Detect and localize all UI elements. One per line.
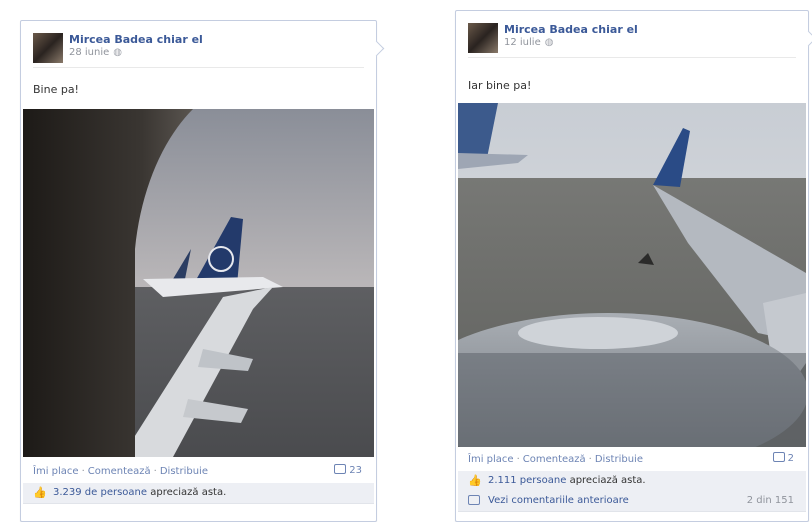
author-name[interactable]: Mircea Badea chiar el [69,33,203,46]
avatar[interactable] [468,23,498,53]
comment-count-value: 2 [787,453,794,464]
like-link[interactable]: Îmi place [468,454,514,465]
date-text[interactable]: 12 iulie [504,37,541,48]
comment-link[interactable]: Comentează [88,466,151,477]
action-links: Îmi place · Comentează · Distribuie [468,454,643,465]
post-card-1: Mircea Badea chiar el 28 iunie ◍ Bine pa! [20,20,385,522]
likes-suffix: apreciază asta. [150,487,227,498]
post-photo[interactable] [23,109,374,457]
thumbs-up-icon: 👍 [468,474,482,487]
post-photo[interactable] [458,103,806,447]
post-text: Bine pa! [33,83,79,96]
post-card-2: Mircea Badea chiar el 12 iulie ◍ Iar bine… [455,10,812,522]
card-pointer [800,30,812,47]
card-pointer [368,40,385,57]
post-text: Iar bine pa! [468,79,532,92]
action-links: Îmi place · Comentează · Distribuie [33,466,208,477]
likes-bar: 👍 2.111 persoane apreciază asta. [458,471,806,492]
post-actions: Îmi place · Comentează · Distribuie 23 [21,461,376,483]
comment-link[interactable]: Comentează [523,454,586,465]
author-name[interactable]: Mircea Badea chiar el [504,23,638,36]
post-date[interactable]: 12 iulie ◍ [504,37,553,48]
likes-bar: 👍 3.239 de persoane apreciază asta. [23,483,374,504]
comment-bubble-icon [772,452,785,462]
date-text[interactable]: 28 iunie [69,47,109,58]
previous-comments-bar[interactable]: Vezi comentariile anterioare 2 din 151 [458,491,806,512]
like-link[interactable]: Îmi place [33,466,79,477]
post-header: Mircea Badea chiar el 28 iunie ◍ [33,31,364,68]
comment-bubble-icon [334,464,347,474]
share-link[interactable]: Distribuie [160,466,208,477]
globe-icon: ◍ [113,47,123,58]
post-actions: Îmi place · Comentează · Distribuie 2 [456,449,808,471]
comment-count[interactable]: 23 [334,464,362,476]
comment-count[interactable]: 2 [772,452,794,464]
likes-count-link[interactable]: 3.239 de persoane [53,487,147,498]
comment-bubble-icon [468,494,480,507]
avatar[interactable] [33,33,63,63]
likes-suffix: apreciază asta. [569,475,646,486]
thumbs-up-icon: 👍 [33,486,47,499]
previous-comments-link[interactable]: Vezi comentariile anterioare [488,495,629,506]
post-header: Mircea Badea chiar el 12 iulie ◍ [468,21,796,58]
post-date[interactable]: 28 iunie ◍ [69,47,122,58]
comment-count-value: 23 [349,465,362,476]
comments-count-text: 2 din 151 [746,495,794,506]
globe-icon: ◍ [544,37,554,48]
share-link[interactable]: Distribuie [595,454,643,465]
likes-count-link[interactable]: 2.111 persoane [488,475,566,486]
